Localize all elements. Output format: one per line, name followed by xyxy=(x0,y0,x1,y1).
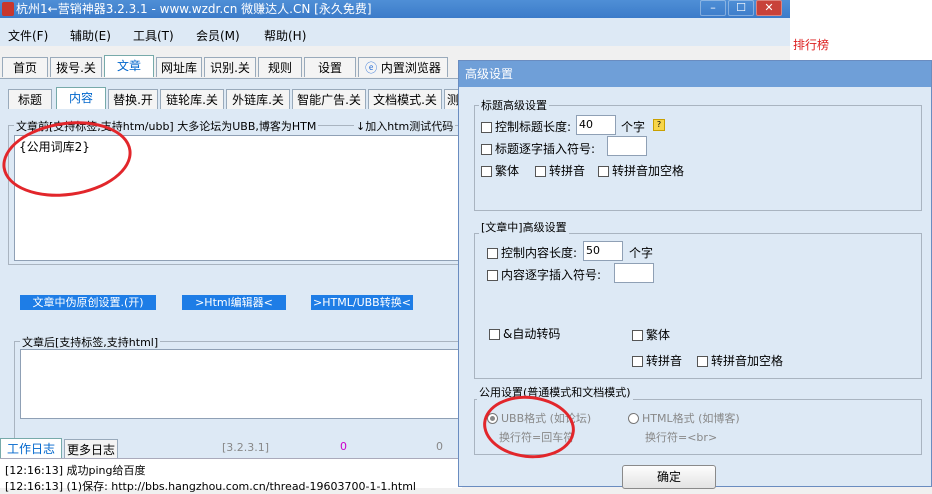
checkbox-icon xyxy=(487,248,498,259)
tab-recognize[interactable]: 识别.关 xyxy=(204,57,256,77)
checkbox-icon xyxy=(487,270,498,281)
checkbox-icon xyxy=(697,356,708,367)
radio-icon xyxy=(628,413,639,424)
main-tabs: 首页 拨号.关 文章 网址库 识别.关 规则 设置 ⓔ 内置浏览器 xyxy=(0,55,465,77)
title-settings-label: 标题高级设置 xyxy=(479,97,549,113)
content-settings-label: [文章中]高级设置 xyxy=(479,219,569,235)
title-pinyin-space-checkbox[interactable]: 转拼音加空格 xyxy=(598,162,684,179)
checkbox-icon xyxy=(632,330,643,341)
checkbox-icon xyxy=(481,144,492,155)
maximize-button[interactable]: ☐ xyxy=(728,0,754,16)
dialog-title: 高级设置 xyxy=(459,61,931,87)
public-settings-label: 公用设置(普通模式和文档模式) xyxy=(477,384,633,400)
tab-dialup[interactable]: 拨号.关 xyxy=(50,57,102,77)
limit-content-length-checkbox[interactable]: 控制内容长度: xyxy=(487,244,577,261)
log-line: [12:16:13] 成功ping给百度 xyxy=(5,464,146,477)
html-ubb-convert-button[interactable]: >HTML/UBB转换< xyxy=(311,295,413,310)
article-after-editor[interactable] xyxy=(20,349,462,419)
menu-member[interactable]: 会员(M) xyxy=(196,27,240,44)
minimize-button[interactable]: – xyxy=(700,0,726,16)
tab-rules[interactable]: 规则 xyxy=(258,57,302,77)
checkbox-icon xyxy=(598,166,609,177)
ok-button[interactable]: 确定 xyxy=(622,465,716,489)
content-length-unit: 个字 xyxy=(629,246,654,260)
title-length-unit: 个字 xyxy=(621,120,646,134)
title-traditional-checkbox[interactable]: 繁体 xyxy=(481,162,519,179)
content-pinyin-space-checkbox[interactable]: 转拼音加空格 xyxy=(697,352,783,369)
tab-article[interactable]: 文章 xyxy=(104,55,154,77)
tab-settings[interactable]: 设置 xyxy=(304,57,356,77)
title-char-insert-checkbox[interactable]: 标题逐字插入符号: xyxy=(481,140,595,157)
checkbox-icon xyxy=(481,166,492,177)
tab-browser-label: 内置浏览器 xyxy=(380,61,441,75)
background-window: 排行榜 xyxy=(790,0,932,60)
menu-tools[interactable]: 工具(T) xyxy=(133,27,174,44)
log-tabs: 工作日志 更多日志 [3.2.3.1] 0 0 xyxy=(0,438,465,459)
content-char-insert-input[interactable] xyxy=(614,263,654,283)
help-icon[interactable]: ? xyxy=(653,119,665,131)
close-button[interactable]: ✕ xyxy=(756,0,782,16)
tab-work-log[interactable]: 工作日志 xyxy=(0,438,62,458)
subtab-external-links[interactable]: 外链库.关 xyxy=(226,89,290,109)
limit-title-length-checkbox[interactable]: 控制标题长度: xyxy=(481,118,571,135)
html-newline-note: 换行符=<br> xyxy=(645,431,718,444)
menu-bar: 文件(F) 辅助(E) 工具(T) 会员(M) 帮助(H) xyxy=(0,24,790,46)
article-after-label: 文章后[支持标签,支持html] xyxy=(20,334,161,350)
tab-browser[interactable]: ⓔ 内置浏览器 xyxy=(358,57,448,77)
log-count-1: 0 xyxy=(340,440,347,453)
advanced-settings-dialog: 高级设置 标题高级设置 控制标题长度: 40 个字 ? 标题逐字插入符号: 繁体… xyxy=(458,60,932,489)
content-traditional-checkbox[interactable]: 繁体 xyxy=(632,326,670,343)
checkbox-icon xyxy=(632,356,643,367)
version-label: [3.2.3.1] xyxy=(222,441,270,454)
tab-url-library[interactable]: 网址库 xyxy=(156,57,202,77)
menu-assist[interactable]: 辅助(E) xyxy=(70,27,111,44)
tab-home[interactable]: 首页 xyxy=(2,57,48,77)
app-icon xyxy=(2,2,14,16)
log-count-2: 0 xyxy=(436,440,443,453)
subtab-content[interactable]: 内容 xyxy=(56,87,106,109)
title-char-insert-input[interactable] xyxy=(607,136,647,156)
ranking-link[interactable]: 排行榜 xyxy=(793,36,829,53)
content-length-input[interactable]: 50 xyxy=(583,241,623,261)
subtab-link-wheel[interactable]: 链轮库.关 xyxy=(160,89,224,109)
title-pinyin-checkbox[interactable]: 转拼音 xyxy=(535,162,585,179)
browser-icon: ⓔ xyxy=(365,61,378,75)
insert-test-code-link[interactable]: ↓加入htm测试代码 xyxy=(354,118,456,134)
content-char-insert-checkbox[interactable]: 内容逐字插入符号: xyxy=(487,266,601,283)
pseudo-original-button[interactable]: 文章中伪原创设置.(开) xyxy=(20,295,156,310)
checkbox-icon xyxy=(489,329,500,340)
html-editor-button[interactable]: >Html编辑器< xyxy=(182,295,286,310)
checkbox-icon xyxy=(481,122,492,133)
tab-more-logs[interactable]: 更多日志 xyxy=(64,439,118,459)
auto-transcode-checkbox[interactable]: &自动转码 xyxy=(489,325,560,342)
title-length-input[interactable]: 40 xyxy=(576,115,616,135)
log-list[interactable]: [12:16:13] 成功ping给百度 [12:16:13] (1)保存: h… xyxy=(0,458,462,493)
checkbox-icon xyxy=(535,166,546,177)
log-line: [12:16:13] (1)保存: http://bbs.hangzhou.co… xyxy=(5,480,416,493)
content-pinyin-checkbox[interactable]: 转拼音 xyxy=(632,352,682,369)
menu-file[interactable]: 文件(F) xyxy=(8,27,48,44)
subtab-replace[interactable]: 替换.开 xyxy=(108,89,158,109)
subtab-smart-ads[interactable]: 智能广告.关 xyxy=(292,89,366,109)
subtab-title[interactable]: 标题 xyxy=(8,89,52,109)
window-title: 杭州1←营销神器3.2.3.1 - www.wzdr.cn 微赚达人.CN [永… xyxy=(16,2,372,16)
window-title-bar[interactable]: 杭州1←营销神器3.2.3.1 - www.wzdr.cn 微赚达人.CN [永… xyxy=(0,0,790,18)
html-format-radio[interactable]: HTML格式 (如博客) xyxy=(628,410,740,426)
menu-help[interactable]: 帮助(H) xyxy=(264,27,306,44)
subtab-doc-mode[interactable]: 文档模式.关 xyxy=(368,89,442,109)
